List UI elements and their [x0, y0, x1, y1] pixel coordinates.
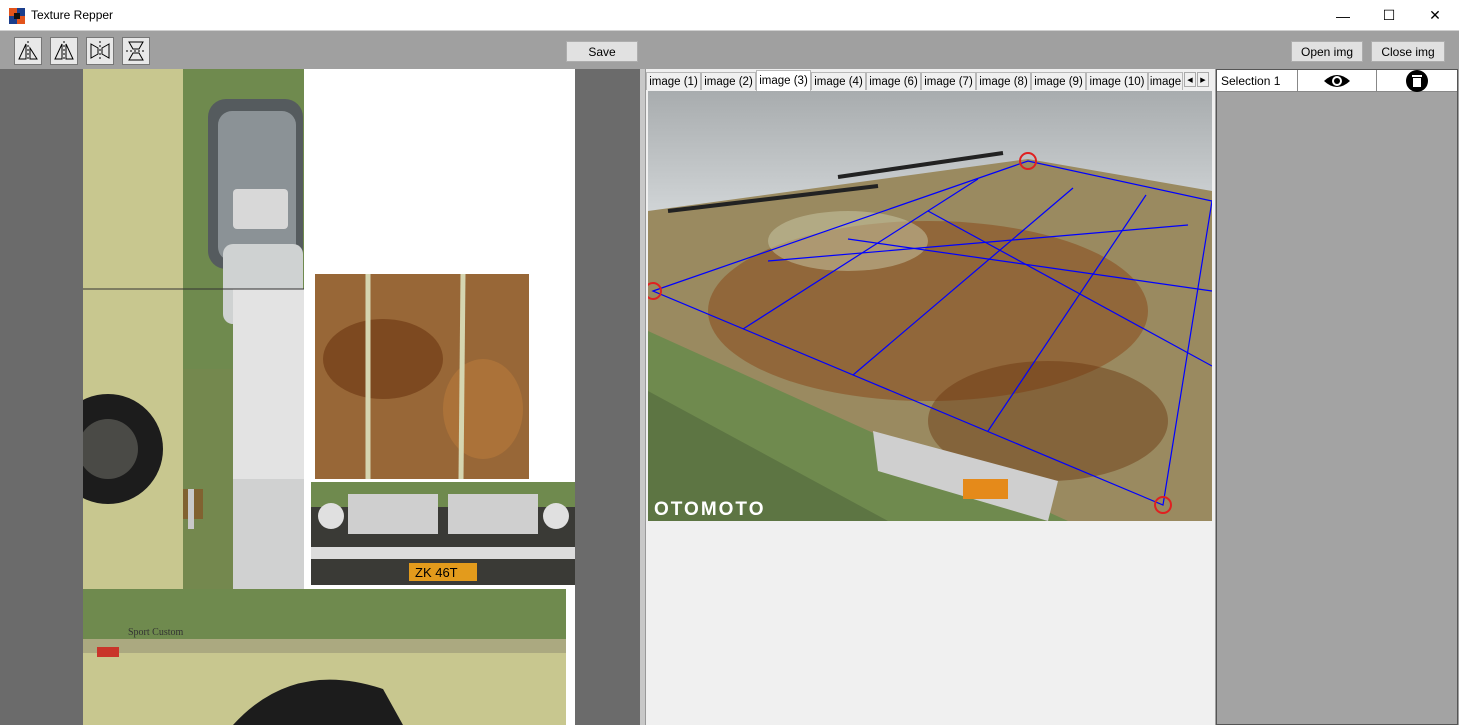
atlas-tile-door	[83, 69, 304, 589]
tab-scroll-left-button[interactable]: ◀	[1184, 72, 1196, 87]
maximize-button[interactable]: ☐	[1366, 0, 1412, 31]
flip-diagonal-button[interactable]	[14, 37, 42, 65]
tab-image[interactable]: image (10)	[1086, 72, 1148, 90]
tab-image[interactable]: image (3)	[756, 70, 811, 91]
rotate-mirror-button[interactable]	[50, 37, 78, 65]
delete-selection-button[interactable]	[1377, 70, 1457, 92]
selection-name[interactable]: Selection 1	[1217, 70, 1298, 92]
tab-image[interactable]: image (8)	[976, 72, 1031, 90]
close-image-button[interactable]: Close img	[1371, 41, 1445, 62]
license-plate-text: ZK 46T	[415, 565, 458, 580]
atlas-canvas: ZK 46T Sport Custom	[83, 69, 575, 725]
window-title: Texture Repper	[31, 8, 114, 22]
selections-panel	[1216, 69, 1458, 725]
watermark-text: OTOMOTO	[654, 499, 765, 520]
toggle-visibility-button[interactable]	[1298, 70, 1377, 92]
toolbar	[0, 31, 1459, 69]
mirror-horizontal-button[interactable]	[86, 37, 114, 65]
tab-image[interactable]: image (4)	[811, 72, 866, 90]
tab-image[interactable]: image (1)	[646, 72, 701, 90]
tab-image[interactable]: image	[1148, 72, 1183, 90]
minimize-icon: —	[1336, 7, 1350, 24]
tab-image[interactable]: image (6)	[866, 72, 921, 90]
tab-scroll-right-button[interactable]: ▶	[1197, 72, 1209, 87]
arrow-left-icon: ◀	[1187, 76, 1193, 84]
title-bar	[0, 0, 1459, 31]
eye-icon	[1324, 75, 1350, 87]
atlas-tile-bed: Sport Custom	[83, 589, 575, 725]
emblem-text: Sport Custom	[128, 627, 184, 638]
atlas-tile-grille: ZK 46T	[311, 482, 575, 585]
atlas-tile-rust	[315, 273, 529, 480]
tab-image[interactable]: image (9)	[1031, 72, 1086, 90]
trash-icon	[1406, 70, 1428, 92]
open-image-button[interactable]: Open img	[1291, 41, 1363, 62]
tab-image[interactable]: image (2)	[701, 72, 756, 90]
minimize-button[interactable]: —	[1320, 0, 1366, 31]
close-icon: ✕	[1429, 7, 1441, 23]
arrow-right-icon: ▶	[1200, 76, 1206, 84]
close-window-button[interactable]: ✕	[1412, 0, 1458, 31]
tab-image[interactable]: image (7)	[921, 72, 976, 90]
rotate-mirror-icon	[54, 41, 74, 61]
save-button[interactable]: Save	[566, 41, 638, 62]
photo-canvas: OTOMOTO	[648, 91, 1212, 521]
flip-diagonal-icon	[18, 41, 38, 61]
editor-image[interactable]: OTOMOTO	[648, 91, 1212, 521]
texture-atlas[interactable]: ZK 46T Sport Custom	[83, 69, 575, 725]
maximize-icon: ☐	[1382, 7, 1396, 23]
app-icon	[9, 8, 25, 24]
mirror-horizontal-icon	[90, 41, 110, 61]
mirror-vertical-button[interactable]	[122, 37, 150, 65]
mirror-vertical-icon	[126, 41, 146, 61]
